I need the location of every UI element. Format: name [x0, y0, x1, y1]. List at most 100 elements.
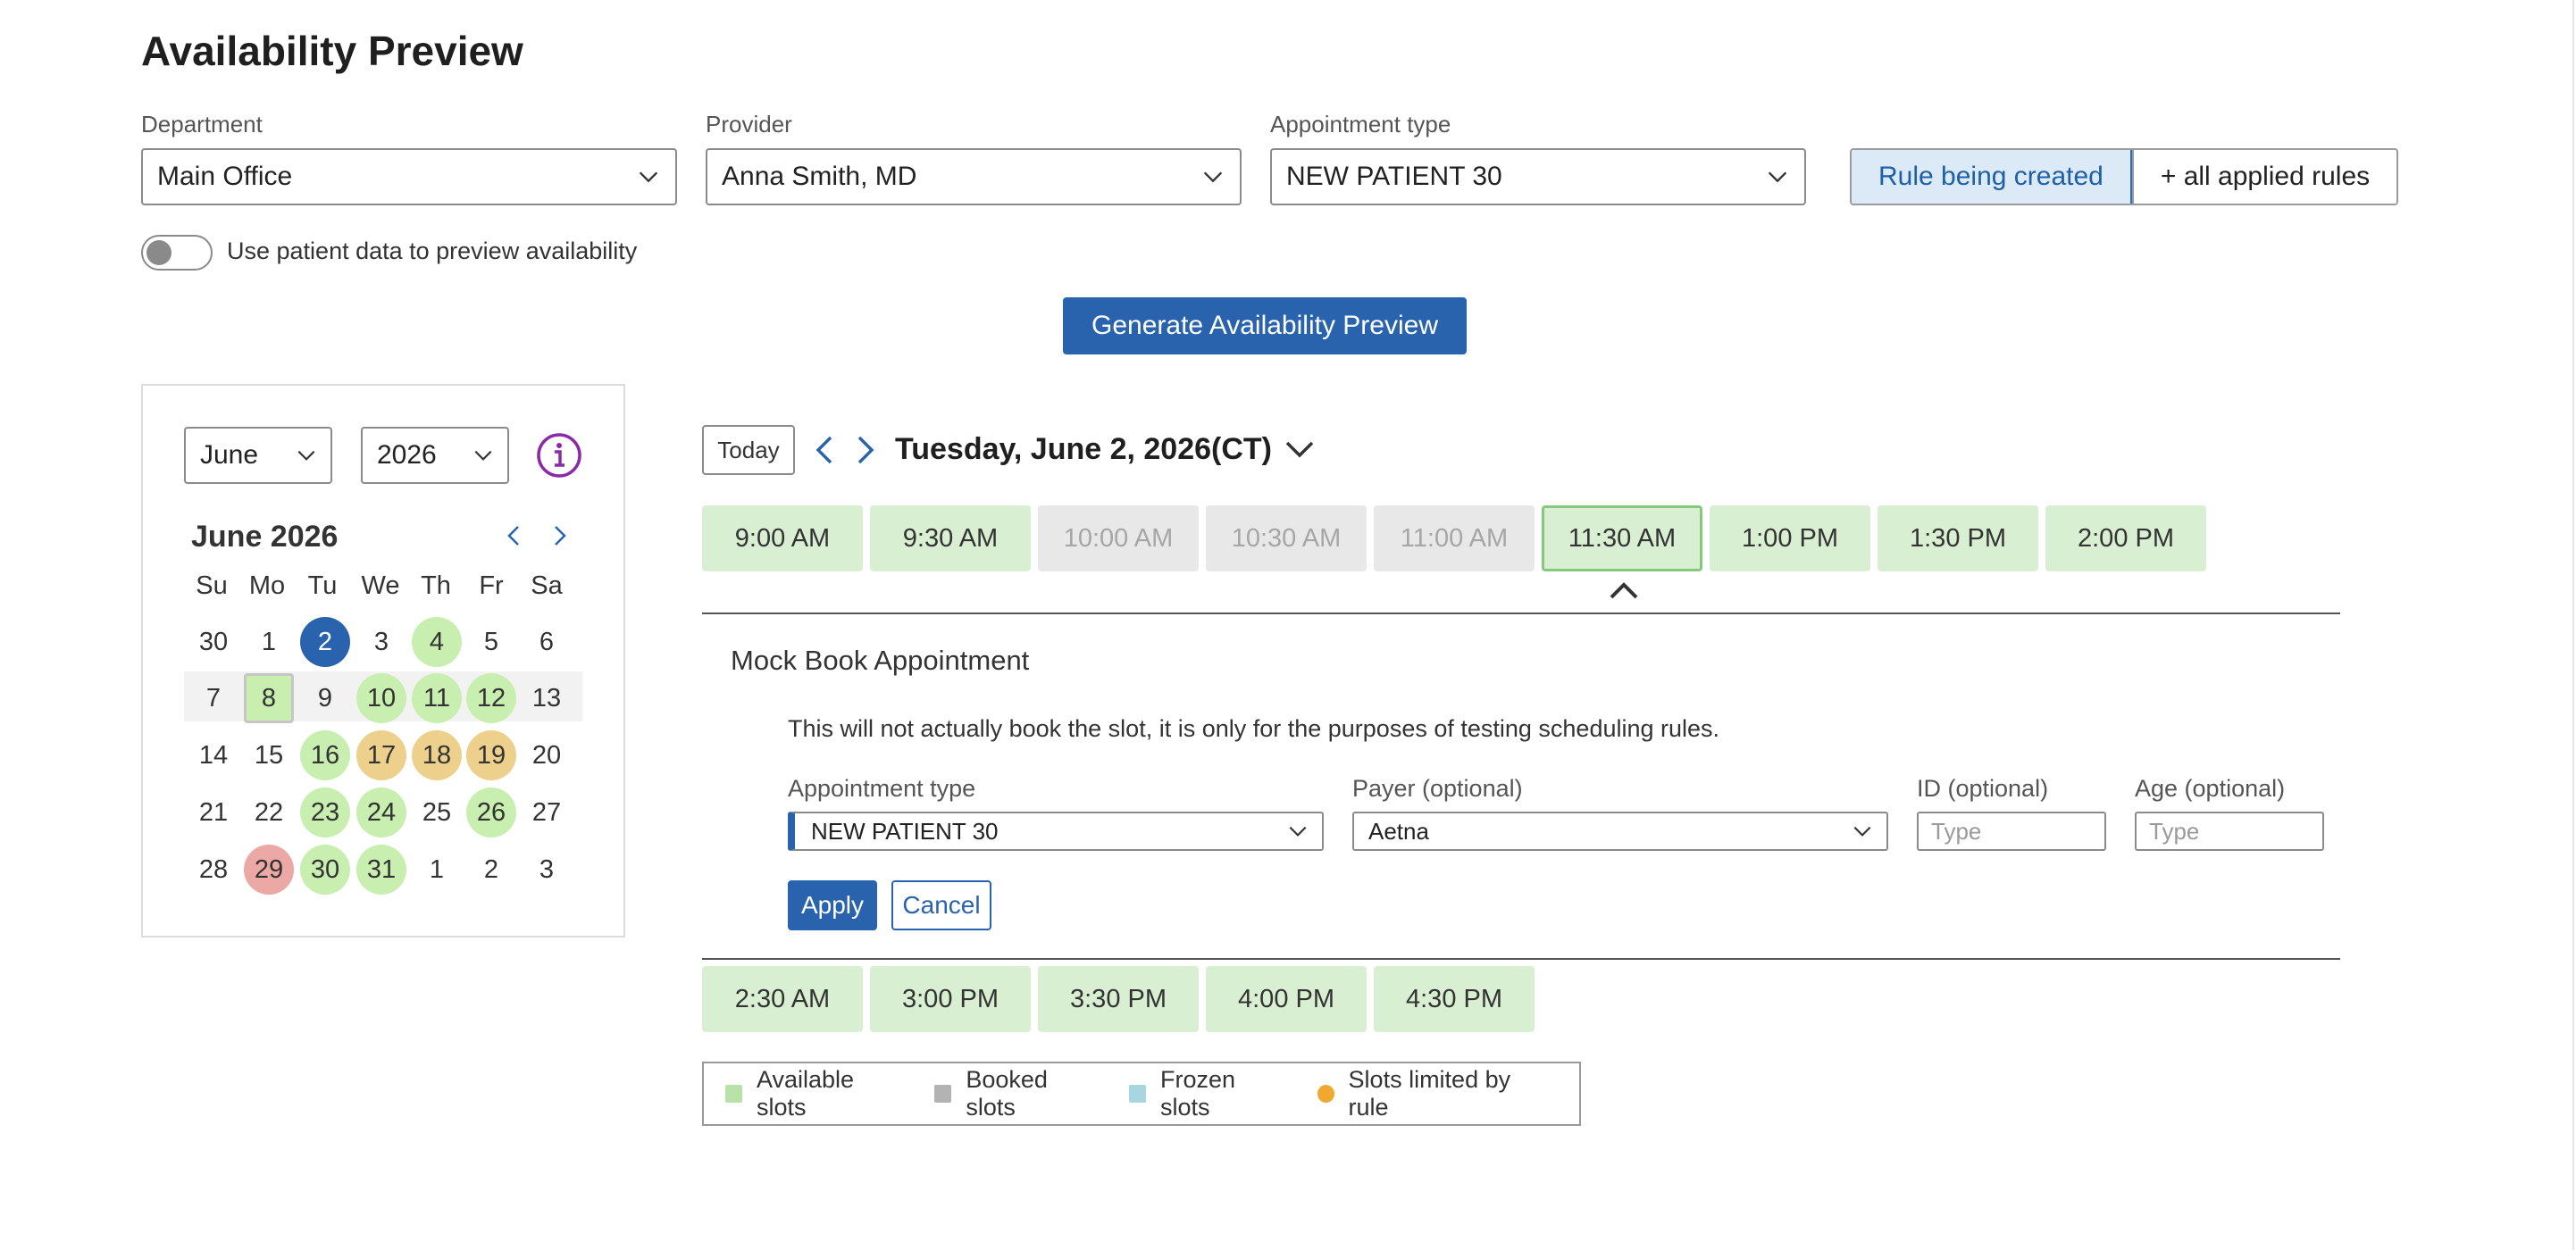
- id-input[interactable]: [1917, 812, 2106, 851]
- payer-select[interactable]: Aetna: [1352, 812, 1888, 851]
- calendar-day[interactable]: 28: [188, 845, 238, 895]
- time-slot[interactable]: 1:30 PM: [1878, 505, 2038, 571]
- time-slot[interactable]: 2:00 PM: [2045, 505, 2206, 571]
- calendar-day[interactable]: 24: [356, 788, 406, 838]
- calendar-day[interactable]: 8: [244, 673, 294, 723]
- month-value: June: [200, 440, 259, 470]
- calendar-day[interactable]: 3: [356, 617, 406, 667]
- legend-item: Booked slots: [934, 1066, 1097, 1121]
- calendar-day[interactable]: 12: [466, 673, 516, 723]
- legend-label: Frozen slots: [1160, 1066, 1236, 1121]
- calendar-day[interactable]: 6: [522, 617, 572, 667]
- calendar-day[interactable]: 1: [412, 845, 462, 895]
- calendar-day[interactable]: 2: [300, 617, 350, 667]
- calendar-next-month-icon[interactable]: [547, 523, 572, 548]
- day-of-week-header: Tu: [307, 571, 338, 600]
- calendar-day[interactable]: 17: [356, 730, 406, 780]
- calendar-day[interactable]: 4: [412, 617, 462, 667]
- time-slot[interactable]: 10:00 AM: [1038, 505, 1199, 571]
- provider-value: Anna Smith, MD: [722, 162, 917, 191]
- cancel-button[interactable]: Cancel: [891, 880, 991, 930]
- generate-availability-preview-button[interactable]: Generate Availability Preview: [1063, 297, 1467, 354]
- slot-legend: Available slots Booked slots Frozen slots S…: [702, 1062, 1581, 1126]
- next-day-icon[interactable]: [850, 434, 881, 466]
- calendar-day[interactable]: 31: [356, 845, 406, 895]
- age-label: Age (optional): [2135, 775, 2286, 802]
- legend-swatch: [1317, 1085, 1334, 1103]
- calendar-day[interactable]: 3: [522, 845, 572, 895]
- calendar-day[interactable]: 2: [466, 845, 516, 895]
- day-of-week-header: Fr: [479, 571, 504, 600]
- calendar-day[interactable]: 14: [188, 730, 238, 780]
- time-slot[interactable]: 2:30 AM: [702, 966, 863, 1032]
- calendar-day[interactable]: 9: [300, 673, 350, 723]
- department-select[interactable]: Main Office: [141, 148, 677, 205]
- selected-date-heading: Tuesday, June 2, 2026: [895, 432, 1212, 466]
- calendar-day[interactable]: 20: [522, 730, 572, 780]
- info-icon[interactable]: [536, 432, 582, 479]
- calendar-day[interactable]: 16: [300, 730, 350, 780]
- time-slot[interactable]: 3:30 PM: [1038, 966, 1199, 1032]
- provider-select[interactable]: Anna Smith, MD: [706, 148, 1242, 205]
- calendar-day[interactable]: 7: [188, 673, 238, 723]
- calendar-day[interactable]: 13: [522, 673, 572, 723]
- provider-label: Provider: [706, 111, 792, 138]
- year-value: 2026: [377, 440, 437, 470]
- calendar-day[interactable]: 27: [522, 788, 572, 838]
- time-slot[interactable]: 11:00 AM: [1374, 505, 1535, 571]
- time-slot[interactable]: 11:30 AM: [1542, 505, 1702, 571]
- calendar-day[interactable]: 1: [244, 617, 294, 667]
- legend-swatch: [725, 1085, 742, 1103]
- appointment-type-select[interactable]: NEW PATIENT 30: [1270, 148, 1806, 205]
- day-of-week-header: Su: [196, 571, 228, 600]
- day-of-week-header: Sa: [531, 571, 563, 600]
- calendar-day[interactable]: 26: [466, 788, 516, 838]
- chevron-down-icon: [1203, 171, 1223, 183]
- calendar-day[interactable]: 18: [412, 730, 462, 780]
- chevron-down-icon: [1768, 171, 1787, 183]
- time-slot[interactable]: 4:30 PM: [1374, 966, 1535, 1032]
- calendar-day[interactable]: 5: [466, 617, 516, 667]
- day-of-week-header: Th: [421, 571, 451, 600]
- patient-data-toggle[interactable]: [141, 235, 213, 271]
- mock-appointment-type-value: NEW PATIENT 30: [811, 817, 999, 845]
- appointment-type-label: Appointment type: [1270, 111, 1451, 138]
- toggle-knob: [146, 240, 171, 265]
- calendar-day[interactable]: 23: [300, 788, 350, 838]
- id-label: ID (optional): [1917, 775, 2049, 802]
- time-slot[interactable]: 1:00 PM: [1710, 505, 1870, 571]
- time-slot[interactable]: 3:00 PM: [870, 966, 1031, 1032]
- time-slot[interactable]: 9:00 AM: [702, 505, 863, 571]
- calendar-day[interactable]: 30: [300, 845, 350, 895]
- chevron-down-icon: [639, 171, 658, 183]
- calendar-day[interactable]: 15: [244, 730, 294, 780]
- calendar-day[interactable]: 25: [412, 788, 462, 838]
- legend-label: Booked slots: [966, 1066, 1048, 1121]
- chevron-up-icon[interactable]: [1608, 578, 1640, 601]
- age-input[interactable]: [2135, 812, 2324, 851]
- time-slot[interactable]: 9:30 AM: [870, 505, 1031, 571]
- calendar-day[interactable]: 19: [466, 730, 516, 780]
- calendar-day[interactable]: 29: [244, 845, 294, 895]
- all-applied-rules-option[interactable]: + all applied rules: [2131, 150, 2397, 204]
- calendar-prev-month-icon[interactable]: [502, 523, 527, 548]
- day-of-week-header: Mo: [248, 571, 286, 600]
- previous-day-icon[interactable]: [809, 434, 840, 466]
- year-select[interactable]: 2026: [361, 427, 509, 484]
- mock-appointment-type-select[interactable]: NEW PATIENT 30: [788, 812, 1324, 851]
- calendar-day[interactable]: 21: [188, 788, 238, 838]
- legend-swatch: [934, 1085, 952, 1103]
- calendar-day[interactable]: 30: [188, 617, 238, 667]
- legend-label: Slots limited by rule: [1348, 1066, 1511, 1121]
- chevron-down-icon[interactable]: [1283, 434, 1317, 466]
- calendar-day[interactable]: 11: [412, 673, 462, 723]
- calendar-day[interactable]: 10: [356, 673, 406, 723]
- calendar-day[interactable]: 22: [244, 788, 294, 838]
- apply-button[interactable]: Apply: [788, 880, 877, 930]
- mock-appointment-type-label: Appointment type: [788, 775, 976, 802]
- time-slot[interactable]: 4:00 PM: [1206, 966, 1367, 1032]
- time-slot[interactable]: 10:30 AM: [1206, 505, 1367, 571]
- month-select[interactable]: June: [184, 427, 332, 484]
- rule-being-created-option[interactable]: Rule being created: [1852, 150, 2132, 204]
- today-button[interactable]: Today: [702, 425, 795, 475]
